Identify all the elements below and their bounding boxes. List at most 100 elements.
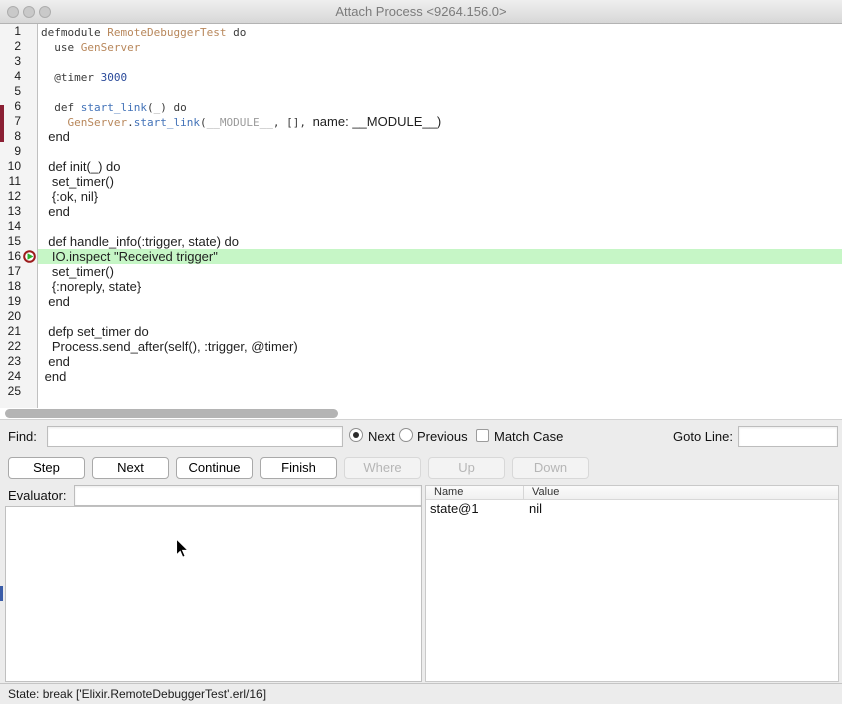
gutter[interactable]: 22 xyxy=(0,339,38,354)
code-text xyxy=(38,84,842,99)
code-line[interactable]: 11 set_timer() xyxy=(0,174,842,189)
binding-row[interactable]: state@1nil xyxy=(426,500,838,517)
line-number[interactable]: 9 xyxy=(0,144,21,159)
line-number[interactable]: 24 xyxy=(0,369,21,384)
code-area[interactable]: 1defmodule RemoteDebuggerTest do2 use Ge… xyxy=(0,24,842,408)
code-line[interactable]: 20 xyxy=(0,309,842,324)
code-line[interactable]: 8 end xyxy=(0,129,842,144)
code-text: end xyxy=(38,369,842,384)
line-number[interactable]: 15 xyxy=(0,234,21,249)
code-line[interactable]: 16 IO.inspect "Received trigger" xyxy=(0,249,842,264)
line-number[interactable]: 4 xyxy=(0,69,21,84)
code-line[interactable]: 17 set_timer() xyxy=(0,264,842,279)
code-line[interactable]: 24 end xyxy=(0,369,842,384)
evaluator-output[interactable] xyxy=(5,506,422,682)
code-line[interactable]: 23 end xyxy=(0,354,842,369)
gutter[interactable]: 2 xyxy=(0,39,38,54)
breakpoint-icon[interactable] xyxy=(23,250,36,263)
code-line[interactable]: 9 xyxy=(0,144,842,159)
gutter[interactable]: 15 xyxy=(0,234,38,249)
code-text: Process.send_after(self(), :trigger, @ti… xyxy=(38,339,842,354)
gutter[interactable]: 23 xyxy=(0,354,38,369)
gutter[interactable]: 5 xyxy=(0,84,38,99)
line-number[interactable]: 20 xyxy=(0,309,21,324)
step-button[interactable]: Step xyxy=(8,457,85,479)
next-radio[interactable] xyxy=(349,428,363,442)
scrollbar-thumb[interactable] xyxy=(5,409,338,418)
code-line[interactable]: 13 end xyxy=(0,204,842,219)
code-text xyxy=(38,384,842,399)
gutter[interactable]: 9 xyxy=(0,144,38,159)
gutter[interactable]: 3 xyxy=(0,54,38,69)
line-number[interactable]: 8 xyxy=(0,129,21,144)
line-number[interactable]: 19 xyxy=(0,294,21,309)
code-line[interactable]: 3 xyxy=(0,54,842,69)
line-number[interactable]: 17 xyxy=(0,264,21,279)
match-case-checkbox[interactable] xyxy=(476,429,489,442)
gutter[interactable]: 21 xyxy=(0,324,38,339)
gutter[interactable]: 1 xyxy=(0,24,38,39)
finish-button[interactable]: Finish xyxy=(260,457,337,479)
previous-radio[interactable] xyxy=(399,428,413,442)
line-number[interactable]: 21 xyxy=(0,324,21,339)
gutter[interactable]: 20 xyxy=(0,309,38,324)
gutter[interactable]: 14 xyxy=(0,219,38,234)
continue-button[interactable]: Continue xyxy=(176,457,253,479)
evaluator-input[interactable] xyxy=(74,485,422,506)
line-number[interactable]: 25 xyxy=(0,384,21,399)
gutter[interactable]: 25 xyxy=(0,384,38,399)
code-line[interactable]: 4 @timer 3000 xyxy=(0,69,842,84)
horizontal-scrollbar[interactable] xyxy=(0,408,842,419)
goto-line-input[interactable] xyxy=(738,426,838,447)
code-line[interactable]: 14 xyxy=(0,219,842,234)
gutter[interactable]: 4 xyxy=(0,69,38,84)
code-text xyxy=(38,309,842,324)
gutter[interactable]: 12 xyxy=(0,189,38,204)
code-line[interactable]: 22 Process.send_after(self(), :trigger, … xyxy=(0,339,842,354)
code-line[interactable]: 15 def handle_info(:trigger, state) do xyxy=(0,234,842,249)
line-number[interactable]: 5 xyxy=(0,84,21,99)
gutter[interactable]: 17 xyxy=(0,264,38,279)
code-text: {:noreply, state} xyxy=(38,279,842,294)
code-line[interactable]: 7 GenServer.start_link(__MODULE__, [], n… xyxy=(0,114,842,129)
gutter[interactable]: 19 xyxy=(0,294,38,309)
code-line[interactable]: 25 xyxy=(0,384,842,399)
line-number[interactable]: 3 xyxy=(0,54,21,69)
gutter[interactable]: 10 xyxy=(0,159,38,174)
code-line[interactable]: 19 end xyxy=(0,294,842,309)
line-number[interactable]: 6 xyxy=(0,99,21,114)
line-number[interactable]: 7 xyxy=(0,114,21,129)
code-line[interactable]: 1defmodule RemoteDebuggerTest do xyxy=(0,24,842,39)
line-number[interactable]: 22 xyxy=(0,339,21,354)
line-number[interactable]: 18 xyxy=(0,279,21,294)
next-button[interactable]: Next xyxy=(92,457,169,479)
gutter[interactable]: 13 xyxy=(0,204,38,219)
line-number[interactable]: 1 xyxy=(0,24,21,39)
code-line[interactable]: 12 {:ok, nil} xyxy=(0,189,842,204)
gutter[interactable]: 16 xyxy=(0,249,38,264)
name-column-header: Name xyxy=(426,486,524,499)
line-number[interactable]: 11 xyxy=(0,174,21,189)
code-line[interactable]: 2 use GenServer xyxy=(0,39,842,54)
gutter[interactable]: 18 xyxy=(0,279,38,294)
find-input[interactable] xyxy=(47,426,343,447)
line-number[interactable]: 13 xyxy=(0,204,21,219)
code-line[interactable]: 18 {:noreply, state} xyxy=(0,279,842,294)
line-number[interactable]: 12 xyxy=(0,189,21,204)
code-line[interactable]: 5 xyxy=(0,84,842,99)
line-number[interactable]: 2 xyxy=(0,39,21,54)
code-text: end xyxy=(38,204,842,219)
gutter[interactable]: 8 xyxy=(0,129,38,144)
gutter[interactable]: 24 xyxy=(0,369,38,384)
code-line[interactable]: 6 def start_link(_) do xyxy=(0,99,842,114)
line-number[interactable]: 23 xyxy=(0,354,21,369)
code-line[interactable]: 21 defp set_timer do xyxy=(0,324,842,339)
line-number[interactable]: 14 xyxy=(0,219,21,234)
gutter[interactable]: 11 xyxy=(0,174,38,189)
status-text: State: break ['Elixir.RemoteDebuggerTest… xyxy=(8,687,266,701)
code-line[interactable]: 10 def init(_) do xyxy=(0,159,842,174)
line-number[interactable]: 10 xyxy=(0,159,21,174)
line-number[interactable]: 16 xyxy=(0,249,21,264)
gutter[interactable]: 6 xyxy=(0,99,38,114)
gutter[interactable]: 7 xyxy=(0,114,38,129)
